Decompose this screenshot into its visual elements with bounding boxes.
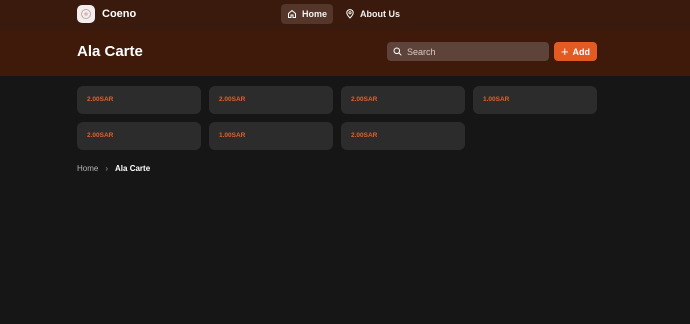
brand-name: Coeno bbox=[102, 8, 137, 20]
item-card[interactable]: 2.00SAR bbox=[341, 86, 465, 114]
item-price: 2.00SAR bbox=[351, 132, 378, 139]
home-icon bbox=[288, 9, 296, 18]
search-box[interactable] bbox=[387, 42, 549, 61]
item-card[interactable]: 2.00SAR bbox=[77, 122, 201, 150]
breadcrumb-separator-icon: › bbox=[105, 164, 109, 173]
item-price: 1.00SAR bbox=[219, 132, 246, 139]
brand[interactable]: Coeno bbox=[77, 5, 136, 23]
item-card[interactable]: 1.00SAR bbox=[473, 86, 597, 114]
nav-home-link[interactable]: Home bbox=[281, 4, 334, 24]
breadcrumb: Home › Ala Carte bbox=[77, 164, 150, 173]
item-price: 2.00SAR bbox=[87, 132, 114, 139]
item-card[interactable]: 2.00SAR bbox=[209, 86, 333, 114]
item-price: 1.00SAR bbox=[483, 96, 510, 103]
top-navbar: Coeno Home About Us bbox=[0, 0, 690, 30]
nav-about-label: About Us bbox=[360, 9, 401, 19]
item-price: 2.00SAR bbox=[87, 96, 114, 103]
item-card[interactable]: 1.00SAR bbox=[209, 122, 333, 150]
search-input[interactable] bbox=[407, 46, 537, 57]
item-card[interactable]: 2.00SAR bbox=[77, 86, 201, 114]
nav-home-label: Home bbox=[302, 9, 328, 19]
plus-icon: + bbox=[560, 44, 569, 59]
breadcrumb-home-link[interactable]: Home bbox=[77, 164, 98, 173]
logo-icon bbox=[77, 5, 95, 23]
search-icon bbox=[393, 47, 402, 56]
page-title: Ala Carte bbox=[77, 43, 143, 60]
add-button[interactable]: + Add bbox=[554, 42, 597, 61]
nav-links: Home About Us bbox=[281, 4, 406, 24]
item-price: 2.00SAR bbox=[219, 96, 246, 103]
nav-about-link[interactable]: About Us bbox=[339, 4, 406, 24]
item-card[interactable]: 2.00SAR bbox=[341, 122, 465, 150]
item-price: 2.00SAR bbox=[351, 96, 378, 103]
breadcrumb-current: Ala Carte bbox=[115, 164, 151, 173]
location-pin-icon bbox=[346, 9, 354, 19]
add-button-label: Add bbox=[572, 46, 591, 57]
